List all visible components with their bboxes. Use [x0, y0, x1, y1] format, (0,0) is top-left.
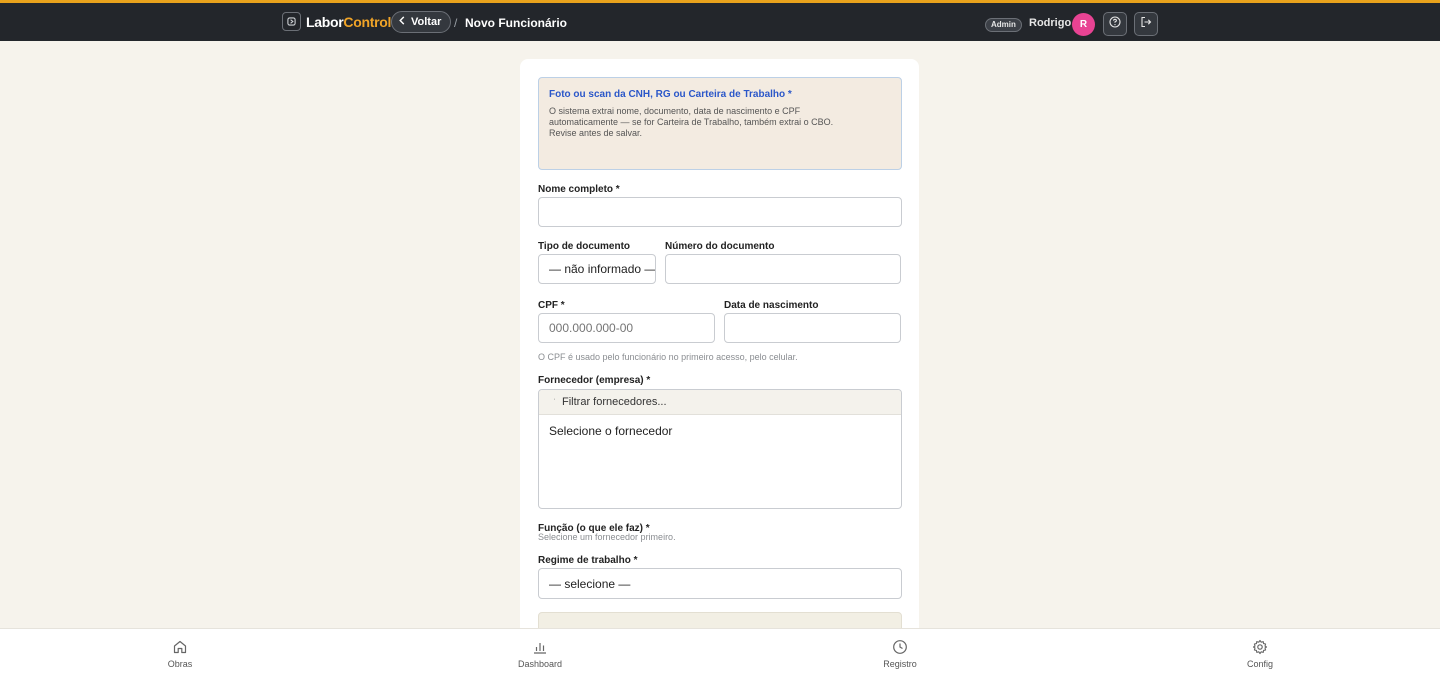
cpf-input[interactable]: [538, 313, 715, 343]
breadcrumb-separator: /: [454, 16, 458, 30]
upload-description-line: Revise antes de salvar.: [549, 128, 643, 138]
regime-select[interactable]: — selecione —: [538, 568, 902, 599]
doc-number-label: Número do documento: [665, 241, 775, 252]
doc-number-input[interactable]: [665, 254, 901, 284]
regime-label: Regime de trabalho *: [538, 555, 638, 566]
supplier-filter[interactable]: ˈ Filtrar fornecedores...: [539, 390, 901, 415]
back-button[interactable]: Voltar: [391, 11, 452, 33]
document-upload-area[interactable]: Foto ou scan da CNH, RG ou Carteira de T…: [538, 77, 902, 170]
full-name-label: Nome completo *: [538, 184, 620, 195]
upload-description-line: automaticamente — se for Carteira de Tra…: [549, 117, 834, 127]
nav-item-label: Obras: [167, 659, 193, 669]
chevron-left-icon: [398, 16, 406, 28]
doc-type-select[interactable]: — não informado —: [538, 254, 656, 284]
avatar[interactable]: R: [1072, 13, 1095, 36]
clock-icon: [892, 639, 908, 657]
cpf-hint: O CPF é usado pelo funcionário no primei…: [538, 352, 798, 362]
brand-name: LaborControl: [306, 13, 392, 30]
back-button-label: Voltar: [411, 16, 442, 28]
supplier-option[interactable]: Selecione o fornecedor: [539, 415, 901, 447]
supplier-picker: ˈ Filtrar fornecedores... Selecione o fo…: [538, 389, 902, 509]
doc-type-value: — não informado —: [549, 262, 656, 276]
logout-button[interactable]: [1134, 12, 1158, 36]
help-icon: [1109, 15, 1121, 33]
nav-item-registro[interactable]: Registro: [860, 639, 940, 669]
nav-item-label: Registro: [883, 659, 917, 669]
upload-description: O sistema extrai nome, documento, data d…: [549, 106, 891, 139]
user-name: Rodrigo: [1029, 17, 1072, 29]
logo-icon: [282, 12, 301, 31]
nav-item-label: Dashboard: [517, 659, 563, 669]
new-employee-form: Foto ou scan da CNH, RG ou Carteira de T…: [520, 59, 919, 659]
role-badge: Admin: [985, 18, 1022, 32]
nav-item-config[interactable]: Config: [1220, 639, 1300, 669]
nav-item-obras[interactable]: Obras: [140, 639, 220, 669]
home-icon: [172, 639, 188, 657]
bottom-nav: Obras Dashboard Registro Config: [0, 628, 1440, 675]
nav-item-label: Config: [1246, 659, 1273, 669]
page-title: Novo Funcionário: [465, 16, 567, 30]
full-name-input[interactable]: [538, 197, 902, 227]
role-hint: Selecione um fornecedor primeiro.: [538, 532, 676, 542]
brand-logo[interactable]: LaborControl: [282, 12, 391, 31]
gear-icon: [1252, 639, 1268, 657]
birth-date-label: Data de nascimento: [724, 300, 819, 311]
upload-title: Foto ou scan da CNH, RG ou Carteira de T…: [549, 89, 792, 100]
regime-value: — selecione —: [549, 576, 631, 591]
birth-date-input[interactable]: [724, 313, 901, 343]
nav-item-dashboard[interactable]: Dashboard: [500, 639, 580, 669]
upload-description-line: O sistema extrai nome, documento, data d…: [549, 106, 801, 116]
help-button[interactable]: [1103, 12, 1127, 36]
doc-type-label: Tipo de documento: [538, 241, 631, 252]
top-bar: LaborControl Voltar / Novo Funcionário A…: [0, 0, 1440, 41]
supplier-filter-placeholder: Filtrar fornecedores...: [562, 396, 667, 408]
search-icon: ˈ: [553, 397, 556, 407]
cpf-label: CPF *: [538, 300, 565, 311]
bar-chart-icon: [532, 639, 548, 657]
logout-icon: [1140, 15, 1152, 33]
supplier-label: Fornecedor (empresa) *: [538, 375, 651, 386]
